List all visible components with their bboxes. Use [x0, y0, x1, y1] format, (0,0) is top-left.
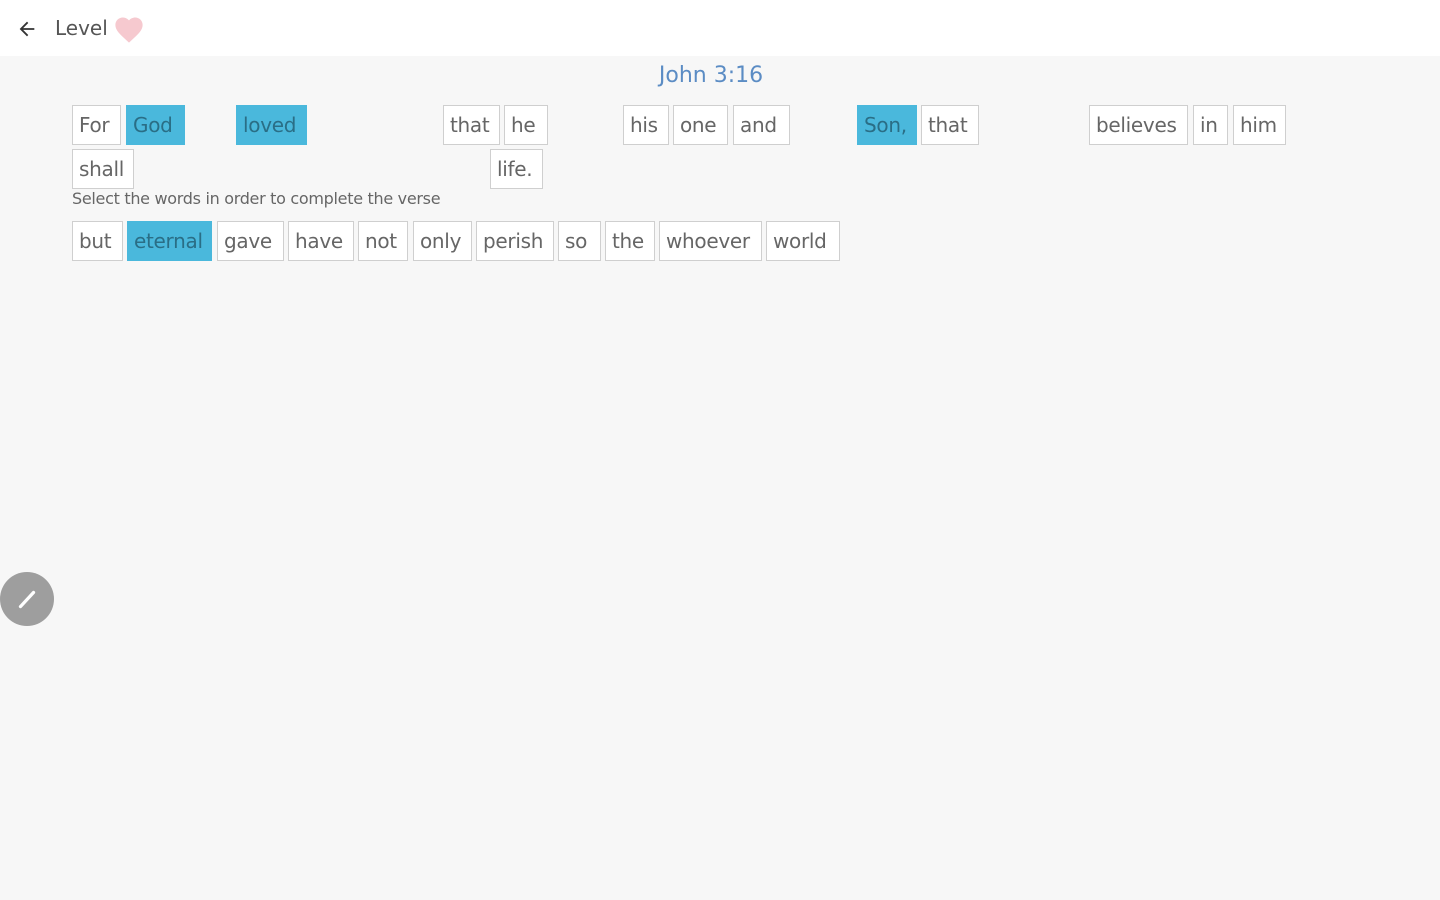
edit-fab-button[interactable]	[0, 572, 54, 626]
word-bank-tile[interactable]: not	[358, 221, 408, 261]
verse-word-tile[interactable]: his	[623, 105, 669, 145]
word-bank-tile[interactable]: whoever	[659, 221, 762, 261]
word-bank-tile[interactable]: gave	[217, 221, 284, 261]
instruction-text: Select the words in order to complete th…	[72, 189, 441, 208]
verse-word-tile[interactable]: that	[921, 105, 979, 145]
verse-word-tile[interactable]: shall	[72, 149, 134, 189]
word-bank-tile[interactable]: perish	[476, 221, 554, 261]
verse-word-tile[interactable]: and	[733, 105, 790, 145]
word-bank-tile[interactable]: world	[766, 221, 840, 261]
back-button[interactable]	[10, 12, 44, 46]
arrow-left-icon	[19, 21, 35, 37]
top-bar: Level	[0, 0, 1440, 56]
verse-reference: John 3:16	[658, 63, 764, 88]
word-bank-tile[interactable]: eternal	[127, 221, 212, 261]
verse-word-tile[interactable]: God	[126, 105, 185, 145]
verse-word-tile[interactable]: that	[443, 105, 500, 145]
heart-icon	[115, 17, 143, 43]
verse-word-tile[interactable]: him	[1233, 105, 1286, 145]
verse-word-tile[interactable]: life.	[490, 149, 543, 189]
verse-word-tile[interactable]: he	[504, 105, 548, 145]
verse-word-tile[interactable]: Son,	[857, 105, 917, 145]
word-bank-tile[interactable]: have	[288, 221, 354, 261]
word-bank-tile[interactable]: so	[558, 221, 601, 261]
pencil-icon	[18, 590, 36, 609]
word-bank-tile[interactable]: only	[413, 221, 472, 261]
verse-word-tile[interactable]: loved	[236, 105, 307, 145]
verse-word-tile[interactable]: believes	[1089, 105, 1188, 145]
verse-word-tile[interactable]: one	[673, 105, 728, 145]
word-bank-tile[interactable]: the	[605, 221, 655, 261]
level-title: Level	[55, 16, 108, 40]
verse-word-tile[interactable]: in	[1193, 105, 1228, 145]
word-bank-tile[interactable]: but	[72, 221, 123, 261]
verse-word-tile[interactable]: For	[72, 105, 121, 145]
